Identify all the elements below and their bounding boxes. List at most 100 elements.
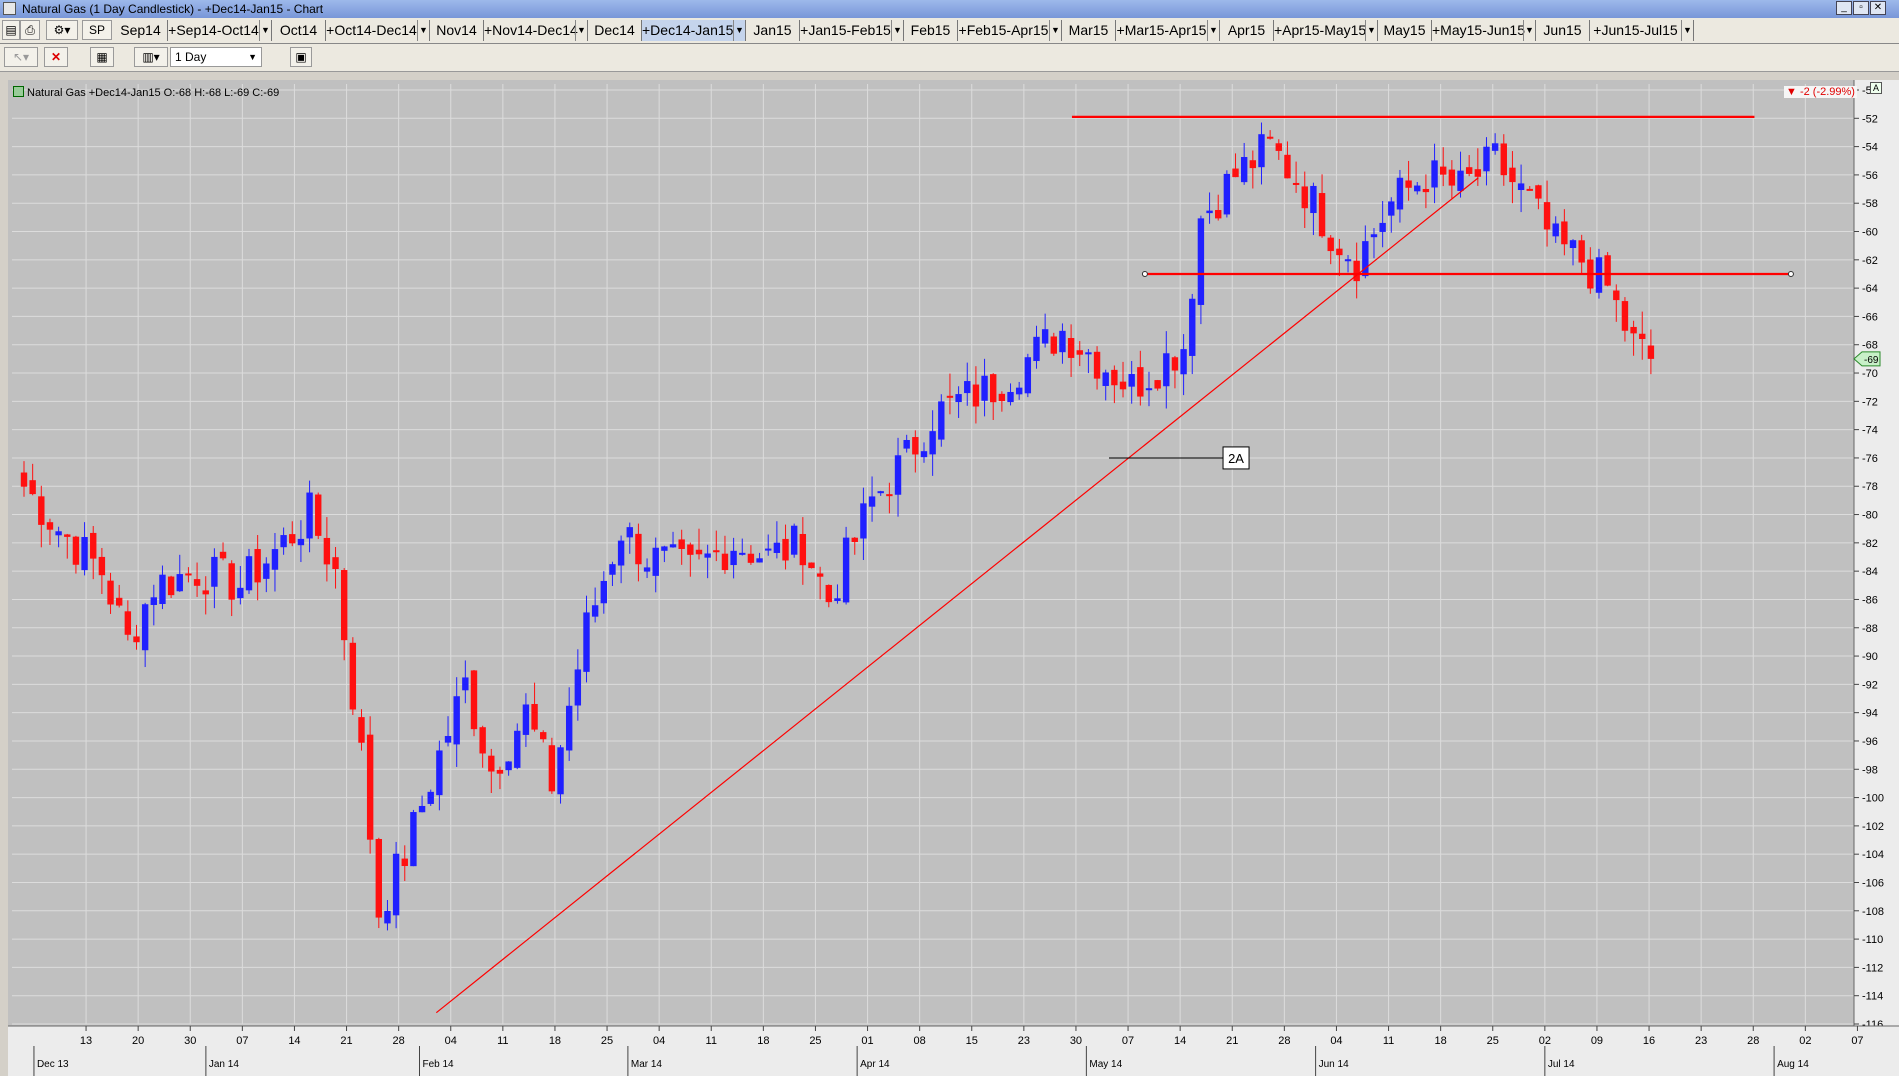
tab-dropdown-icon[interactable]: ▼ xyxy=(417,20,429,41)
candle-body-down xyxy=(912,437,919,455)
chart-legend: Natural Gas +Dec14-Jan15 O:-68 H:-68 L:-… xyxy=(13,86,279,99)
candle-body-down xyxy=(1318,193,1326,237)
candle-body-up xyxy=(505,761,512,771)
tab--feb15-apr15[interactable]: +Feb15-Apr15 ▼ xyxy=(958,20,1062,41)
tab--apr15-may15[interactable]: +Apr15-May15 ▼ xyxy=(1274,20,1378,41)
tab-jun15[interactable]: Jun15 xyxy=(1536,20,1590,41)
candle-body-down xyxy=(20,472,28,487)
chart-type-icon[interactable]: ▥▾ xyxy=(134,47,168,67)
tab-apr15[interactable]: Apr15 xyxy=(1220,20,1274,41)
tab--jan15-feb15[interactable]: +Jan15-Feb15 ▼ xyxy=(800,20,904,41)
window-layout-icon[interactable]: ▣ xyxy=(290,47,312,67)
candle-body-down xyxy=(1543,202,1551,230)
x-tick-label: 11 xyxy=(1383,1035,1394,1047)
candle-body-up xyxy=(159,574,166,605)
plot-background xyxy=(8,80,1899,1076)
tab--jun15-jul15[interactable]: +Jun15-Jul15 ▼ xyxy=(1590,20,1694,41)
candle-body-up xyxy=(617,540,625,566)
tab-dropdown-icon[interactable]: ▼ xyxy=(891,20,903,41)
x-tick-label: 23 xyxy=(1018,1035,1030,1047)
tab-label: Mar15 xyxy=(1068,22,1109,38)
tab-dropdown-icon[interactable]: ▼ xyxy=(1049,20,1061,41)
candle-body-up xyxy=(1344,259,1352,262)
candle-body-down xyxy=(540,732,547,740)
cursor-tool-icon[interactable]: ↖▾ xyxy=(4,47,38,67)
candle-body-down xyxy=(1604,255,1611,286)
restore-icon[interactable]: ▫ xyxy=(1853,1,1869,15)
tab-feb15[interactable]: Feb15 xyxy=(904,20,958,41)
tab--sep14-oct14[interactable]: +Sep14-Oct14 ▼ xyxy=(168,20,272,41)
candle-body-down xyxy=(1171,357,1179,371)
tab--dec14-jan15[interactable]: +Dec14-Jan15 ▼ xyxy=(642,20,746,41)
tab-dec14[interactable]: Dec14 xyxy=(588,20,642,41)
close-icon[interactable]: ✕ xyxy=(1870,1,1886,15)
x-tick-label: 21 xyxy=(1226,1035,1238,1047)
month-label: Mar 14 xyxy=(631,1059,663,1070)
tab-dropdown-icon[interactable]: ▼ xyxy=(1523,20,1535,41)
layout-icon[interactable]: ▤ xyxy=(2,20,20,40)
x-tick-label: 11 xyxy=(706,1035,717,1047)
candle-body-up xyxy=(1517,183,1525,191)
candle-body-up xyxy=(237,587,244,599)
tab-dropdown-icon[interactable]: ▼ xyxy=(1207,20,1219,41)
tab-nov14[interactable]: Nov14 xyxy=(430,20,484,41)
candle-body-up xyxy=(1388,201,1395,216)
tab-dropdown-icon[interactable]: ▼ xyxy=(733,20,745,41)
candle-body-up xyxy=(591,605,599,617)
candle-body-up xyxy=(384,910,391,924)
delete-icon[interactable]: ✕ xyxy=(44,47,68,67)
candle-body-down xyxy=(38,496,45,525)
y-tick-label: -94 xyxy=(1862,708,1878,720)
x-tick-label: 25 xyxy=(809,1035,821,1047)
spread-selector[interactable]: SP xyxy=(82,20,112,40)
candle-body-up xyxy=(964,381,971,394)
y-tick-label: -66 xyxy=(1862,311,1878,323)
candle-body-down xyxy=(219,551,227,559)
tab-dropdown-icon[interactable]: ▼ xyxy=(1681,20,1693,41)
print-icon[interactable]: ⎙ xyxy=(20,20,40,40)
legend-checkbox-icon[interactable] xyxy=(13,86,24,97)
panel-grip-icon[interactable]: A xyxy=(1870,82,1882,94)
candle-body-down xyxy=(825,584,832,603)
tab--may15-jun15[interactable]: +May15-Jun15 ▼ xyxy=(1432,20,1536,41)
y-tick-label: -102 xyxy=(1862,821,1884,833)
tab--nov14-dec14[interactable]: +Nov14-Dec14 ▼ xyxy=(484,20,588,41)
price-chart[interactable]: 2A -50-52-54-56-58-60-62-64-66-68-70-72-… xyxy=(8,80,1899,1076)
month-label: Jul 14 xyxy=(1548,1059,1575,1070)
candle-body-down xyxy=(496,769,504,774)
tab-label: +Oct14-Dec14 xyxy=(326,22,417,38)
candle-body-up xyxy=(1431,160,1438,188)
candle-body-down xyxy=(202,590,209,595)
tab-dropdown-icon[interactable]: ▼ xyxy=(575,20,587,41)
tab-may15[interactable]: May15 xyxy=(1378,20,1432,41)
candle-body-up xyxy=(263,563,270,579)
candle-body-up xyxy=(842,537,850,603)
x-tick-label: 30 xyxy=(1070,1035,1082,1047)
interval-select[interactable]: 1 Day ▼ xyxy=(170,47,262,67)
app-icon xyxy=(3,2,16,15)
chart-properties-icon[interactable]: ▦ xyxy=(90,47,114,67)
candle-body-down xyxy=(1448,169,1456,186)
candle-body-down xyxy=(332,557,339,570)
x-tick-label: 15 xyxy=(966,1035,978,1047)
settings-icon[interactable]: ⚙▾ xyxy=(46,20,78,40)
x-tick-label: 02 xyxy=(1539,1035,1551,1047)
minimize-icon[interactable]: _ xyxy=(1836,1,1852,15)
candle-body-down xyxy=(323,537,331,565)
tab-mar15[interactable]: Mar15 xyxy=(1062,20,1116,41)
tab--oct14-dec14[interactable]: +Oct14-Dec14 ▼ xyxy=(326,20,430,41)
candle-body-up xyxy=(444,735,452,743)
tab-jan15[interactable]: Jan15 xyxy=(746,20,800,41)
tab-dropdown-icon[interactable]: ▼ xyxy=(1365,20,1377,41)
tab--mar15-apr15[interactable]: +Mar15-Apr15 ▼ xyxy=(1116,20,1220,41)
candle-body-up xyxy=(1085,352,1092,355)
tab-oct14[interactable]: Oct14 xyxy=(272,20,326,41)
tab-dropdown-icon[interactable]: ▼ xyxy=(259,20,271,41)
candle-body-up xyxy=(453,696,460,745)
y-tick-label: -60 xyxy=(1862,227,1878,239)
candle-body-up xyxy=(600,580,607,604)
contract-tabbar: ▤ ⎙ ⚙▾ SP Sep14 +Sep14-Oct14 ▼ Oct14 +Oct14-… xyxy=(0,18,1899,44)
tab-sep14[interactable]: Sep14 xyxy=(114,20,168,41)
candle-body-up xyxy=(938,401,945,440)
candle-body-down xyxy=(366,734,374,840)
